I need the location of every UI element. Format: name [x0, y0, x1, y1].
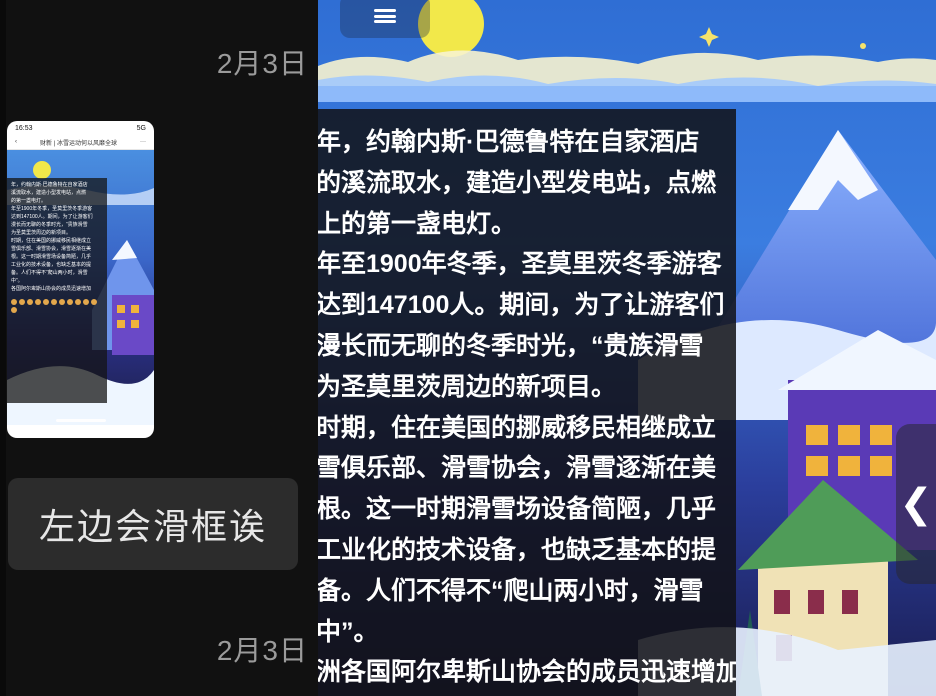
chat-message-bubble[interactable]: 左边会滑框诶	[8, 478, 298, 570]
thumbnail-line: 年，约翰内斯·巴德鲁特在自家酒店	[11, 182, 88, 188]
thumbnail-line: 为圣莫里茨周边的新项目。	[11, 230, 72, 236]
thumbnail-back-icon: ‹	[15, 139, 17, 145]
article-line: 年至1900年冬季，圣莫里茨冬季游客	[318, 250, 722, 279]
article-line: 漫长而无聊的冬季时光，“贵族滑雪	[318, 331, 704, 360]
thumbnail-line: 溪流取水，建造小型发电站，点燃	[11, 190, 87, 196]
article-line: 洲各国阿尔卑斯山协会的成员迅速增加	[318, 658, 736, 687]
article-line: 时期，住在美国的挪威移民相继成立	[318, 413, 717, 442]
chat-date-top: 2月3日	[216, 48, 308, 79]
hamburger-icon	[374, 9, 396, 23]
chat-message-text: 左边会滑框诶	[38, 506, 267, 547]
dot	[27, 299, 33, 305]
article-line: 中”。	[318, 617, 379, 646]
article-line: 为圣莫里茨周边的新项目。	[318, 372, 617, 401]
house-window	[838, 425, 860, 445]
thumbnail-more-icon: ···	[140, 139, 146, 145]
thumbnail-time: 16:53	[15, 124, 33, 132]
thumbnail-text-overlay: 年，约翰内斯·巴德鲁特在自家酒店 溪流取水，建造小型发电站，点燃 的第一盏电灯。…	[7, 178, 107, 403]
thumbnail-status-bar: 16:53 5G	[7, 121, 154, 135]
menu-button[interactable]	[340, 0, 430, 38]
house-cream-window	[774, 590, 790, 614]
house-window	[870, 456, 892, 476]
article-line: 的溪流取水，建造小型发电站，点燃	[318, 168, 717, 197]
article-line: 上的第一盏电灯。	[318, 209, 517, 238]
thumbnail-nav-title: 财新 | 冰雪运动何以风靡全球	[40, 140, 117, 147]
thumbnail-scene: 年，约翰内斯·巴德鲁特在自家酒店 溪流取水，建造小型发电站，点燃 的第一盏电灯。…	[7, 150, 154, 425]
dot	[67, 299, 73, 305]
article-line: 雪俱乐部、滑雪协会，滑雪逐渐在美	[318, 454, 717, 483]
side-drawer-handle[interactable]: ❮	[896, 424, 936, 584]
thumbnail-line: 的第一盏电灯。	[11, 198, 47, 204]
chat-pane: 2月3日 16:53 5G ‹ 财新 | 冰雪运动何以风靡全球 ··· 年，约翰…	[0, 0, 318, 696]
chevron-left-icon: ❮	[899, 482, 933, 526]
hamburger-bar	[374, 20, 396, 23]
dot	[75, 299, 81, 305]
thumbnail-dot-chart	[11, 299, 103, 313]
thumbnail-line: 年至1900年冬季，圣莫里茨冬季游客	[11, 206, 93, 212]
house-window	[806, 456, 828, 476]
dot	[11, 307, 17, 313]
star	[860, 43, 866, 49]
house-cream-window	[842, 590, 858, 614]
screen: 2月3日 16:53 5G ‹ 财新 | 冰雪运动何以风靡全球 ··· 年，约翰…	[0, 0, 936, 696]
image-viewer[interactable]: 年，约翰内斯·巴德鲁特在自家酒店 的溪流取水，建造小型发电站，点燃 上的第一盏电…	[318, 0, 936, 696]
dot	[59, 299, 65, 305]
thumbnail-line: 达到147100人。期间，为了让游客们	[11, 214, 93, 220]
house-window	[870, 425, 892, 445]
chat-date-bottom: 2月3日	[216, 635, 308, 666]
house-window	[838, 456, 860, 476]
house-window	[806, 425, 828, 445]
article-line: 工业化的技术设备，也缺乏基本的提	[318, 535, 717, 564]
dot	[51, 299, 57, 305]
article-line: 年，约翰内斯·巴德鲁特在自家酒店	[318, 128, 700, 156]
article-line: 备。人们不得不“爬山两小时，滑雪	[318, 576, 704, 605]
hamburger-bar	[374, 9, 396, 12]
dot	[19, 299, 25, 305]
hamburger-bar	[374, 14, 396, 18]
dot	[11, 299, 17, 305]
thumbnail-line: 各国阿尔卑斯山协会的成员迅速增加	[11, 286, 92, 292]
thumbnail-line: 根。这一时期滑雪场设备简陋，几乎	[11, 254, 92, 260]
dot	[91, 299, 97, 305]
thumbnail-nav-bar: ‹ 财新 | 冰雪运动何以风靡全球 ···	[7, 135, 154, 150]
thumbnail-line: 工业化的技术设备，也缺乏基本的提	[11, 262, 92, 268]
article-line: 根。这一时期滑雪场设备简陋，几乎	[318, 495, 717, 524]
thumbnail-line: 雪俱乐部、滑雪协会，滑雪逐渐在美	[11, 246, 92, 252]
dot	[83, 299, 89, 305]
shared-screenshot-thumbnail[interactable]: 16:53 5G ‹ 财新 | 冰雪运动何以风靡全球 ··· 年，约翰内斯·巴德…	[7, 121, 154, 438]
thumbnail-line: 备。人们不得不“爬山两小时，滑雪	[11, 270, 88, 276]
thumbnail-line: 中”。	[11, 278, 23, 284]
dot	[35, 299, 41, 305]
thumbnail-home-indicator	[55, 419, 106, 422]
house-cream-window	[808, 590, 824, 614]
thumbnail-line: 时期，住在美国的挪威移民相继成立	[11, 238, 92, 244]
dot	[43, 299, 49, 305]
thumbnail-line: 漫长而无聊的冬季时光，“贵族滑雪	[11, 222, 88, 228]
thumbnail-signal: 5G	[136, 124, 146, 132]
article-line: 达到147100人。期间，为了让游客们	[318, 291, 725, 320]
article-text-panel: 年，约翰内斯·巴德鲁特在自家酒店 的溪流取水，建造小型发电站，点燃 上的第一盏电…	[318, 109, 736, 696]
window-edge	[0, 0, 6, 696]
